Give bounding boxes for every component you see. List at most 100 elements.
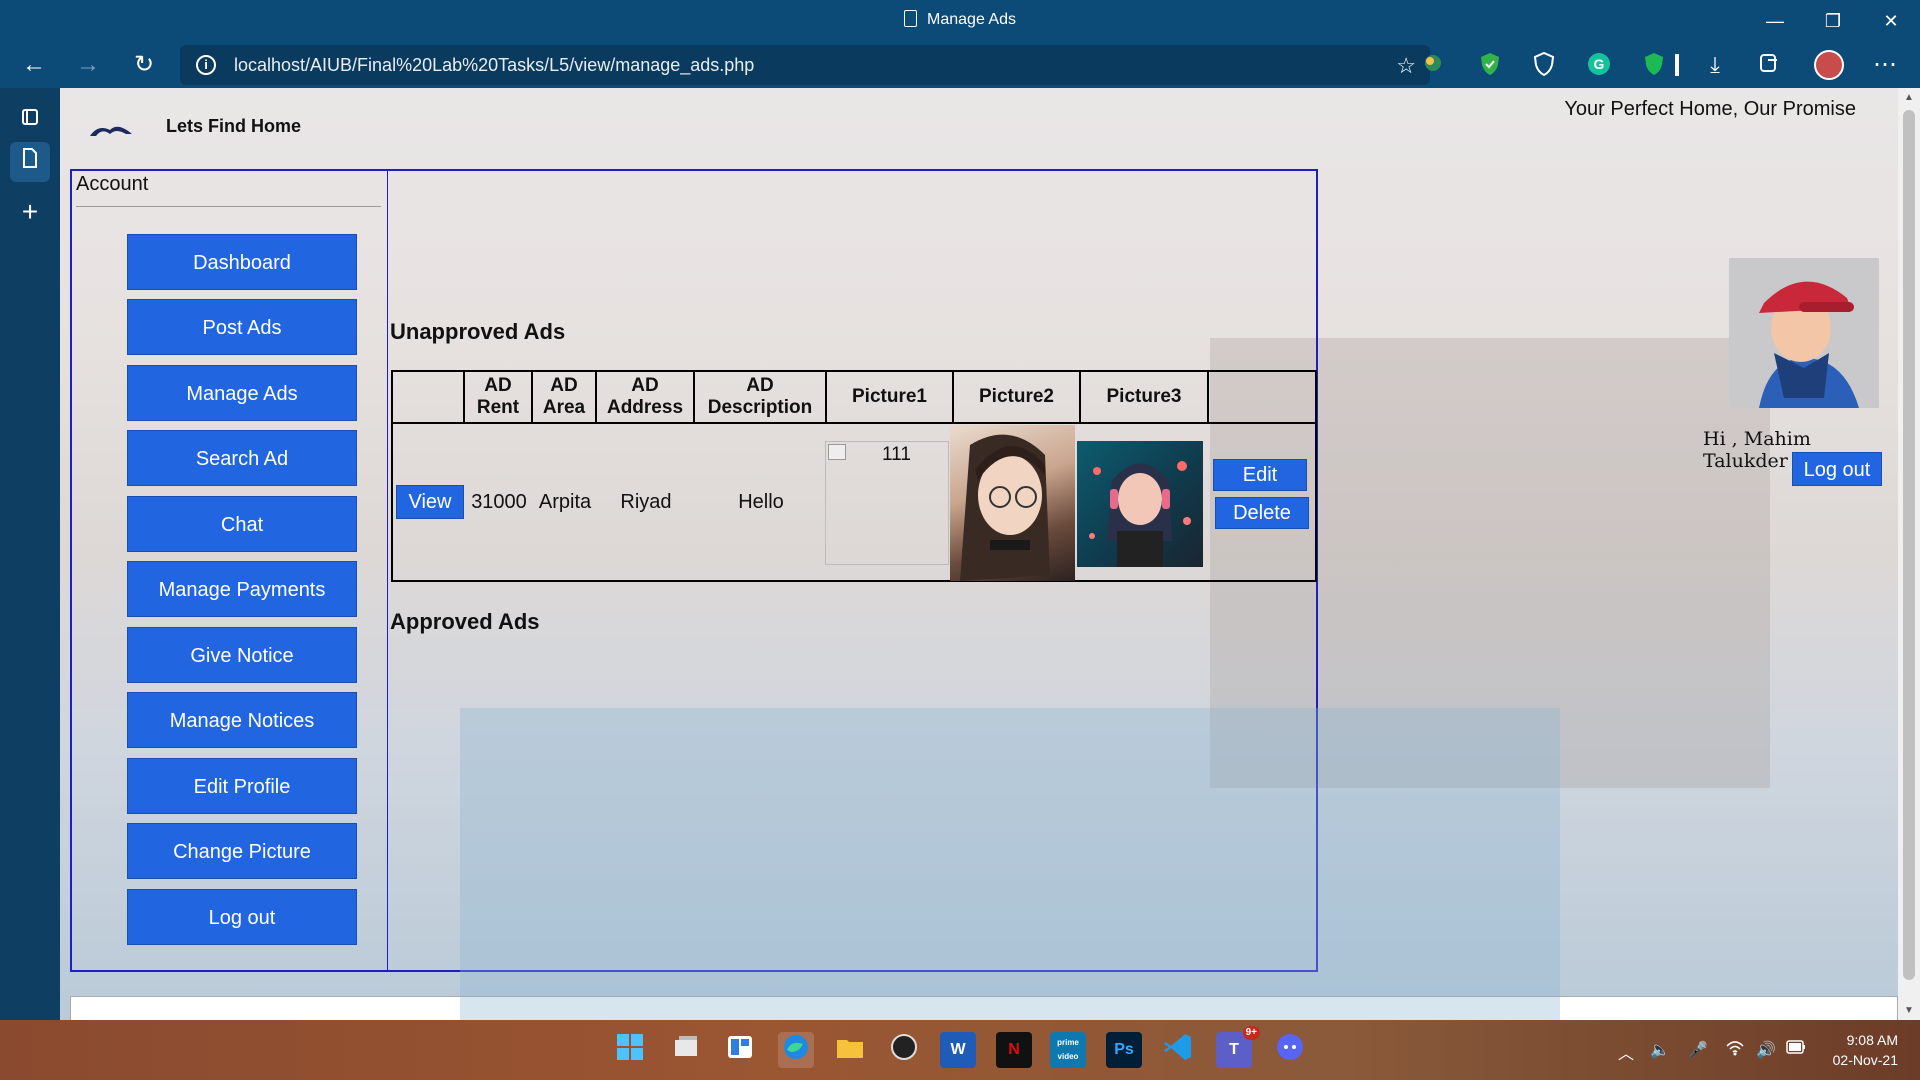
site-info-icon[interactable]: i: [196, 55, 216, 75]
sidebar-manage-payments-button[interactable]: Manage Payments: [127, 561, 357, 617]
column-header-description: AD Description: [695, 372, 827, 422]
task-view-icon[interactable]: [668, 1032, 704, 1068]
sidebar: Account Dashboard Post Ads Manage Ads Se…: [72, 171, 388, 970]
sidebar-search-ad-button[interactable]: Search Ad: [127, 430, 357, 486]
sidebar-logout-button[interactable]: Log out: [127, 889, 357, 945]
obs-icon[interactable]: [886, 1032, 922, 1068]
browser-toolbar: ← → ↻ i localhost/AIUB/Final%20Lab%20Tas…: [0, 42, 1920, 88]
window-title: Manage Ads: [0, 10, 1920, 29]
column-header-picture2: Picture2: [954, 372, 1081, 422]
tray-chevron-icon[interactable]: ︿: [1618, 1040, 1634, 1064]
ext-1-icon[interactable]: [1420, 52, 1446, 78]
widgets-icon[interactable]: [722, 1032, 758, 1068]
collections-icon[interactable]: [1756, 52, 1782, 78]
teams-badge: 9+: [1242, 1026, 1260, 1040]
column-header-actions: [1209, 372, 1315, 422]
prime-video-icon[interactable]: prime video: [1050, 1032, 1086, 1068]
unapproved-ads-heading: Unapproved Ads: [390, 319, 566, 344]
user-avatar: [1729, 258, 1879, 408]
edit-button[interactable]: Edit: [1213, 459, 1307, 491]
picture3-image: [1077, 441, 1203, 567]
minimize-button[interactable]: —: [1752, 6, 1798, 36]
vscode-icon[interactable]: [1160, 1032, 1196, 1068]
edge-icon[interactable]: [778, 1032, 814, 1068]
view-button[interactable]: View: [396, 485, 464, 519]
scroll-up-icon[interactable]: ▲: [1898, 92, 1920, 103]
download-icon[interactable]: ⤓: [1702, 52, 1728, 78]
discord-icon[interactable]: [1272, 1032, 1308, 1068]
file-explorer-icon[interactable]: [832, 1032, 868, 1068]
tab-panel-icon[interactable]: [10, 100, 50, 140]
shield-check-icon[interactable]: [1477, 52, 1503, 78]
site-name: Lets Find Home: [166, 116, 302, 136]
speaker-icon[interactable]: 🔈: [1650, 1040, 1670, 1060]
column-header-rent: AD Rent: [465, 372, 533, 422]
clock-date: 02-Nov-21: [1832, 1052, 1898, 1068]
microphone-icon[interactable]: 🎤: [1688, 1040, 1708, 1060]
toolbar-divider: [1675, 54, 1679, 76]
sidebar-manage-ads-button[interactable]: Manage Ads: [127, 365, 357, 421]
delete-button[interactable]: Delete: [1215, 497, 1309, 529]
scroll-down-icon[interactable]: ▼: [1898, 1005, 1920, 1016]
maximize-button[interactable]: ❐: [1810, 6, 1856, 36]
wifi-icon[interactable]: [1726, 1040, 1744, 1061]
account-label: Account: [76, 173, 149, 195]
add-favorite-icon[interactable]: ☆: [1396, 53, 1416, 79]
reload-button[interactable]: ↻: [126, 47, 162, 83]
volume-icon[interactable]: 🔊: [1756, 1040, 1776, 1060]
teams-icon[interactable]: T 9+: [1216, 1026, 1260, 1068]
sidebar-manage-notices-button[interactable]: Manage Notices: [127, 692, 357, 748]
shield-icon[interactable]: [1531, 51, 1557, 78]
girl-headphones-icon: [1089, 461, 1191, 567]
back-button[interactable]: ←: [16, 47, 52, 83]
sidebar-chat-button[interactable]: Chat: [127, 496, 357, 552]
column-header-area: AD Area: [533, 372, 597, 422]
forward-button[interactable]: →: [70, 47, 106, 83]
ad-description-cell: Hello: [738, 490, 784, 513]
site-tagline: Your Perfect Home, Our Promise: [1564, 98, 1856, 120]
column-header-blank: [393, 372, 465, 422]
window-titlebar: Manage Ads — ❐ ✕: [0, 0, 1920, 42]
column-header-address: AD Address: [597, 372, 695, 422]
url-text[interactable]: localhost/AIUB/Final%20Lab%20Tasks/L5/vi…: [234, 55, 754, 76]
approved-ads-heading: Approved Ads: [390, 609, 540, 634]
document-icon: [904, 10, 918, 27]
page-footer-bar: [70, 996, 1898, 1020]
sidebar-edit-profile-button[interactable]: Edit Profile: [127, 758, 357, 814]
picture1-broken-image: 111: [825, 441, 949, 565]
window-title-text: Manage Ads: [927, 11, 1016, 28]
windows-taskbar: W N prime video Ps T 9+ ︿ 🔈 🎤 🔊 9:08 AM …: [0, 1020, 1920, 1080]
plus-icon[interactable]: +: [10, 192, 50, 232]
sidebar-post-ads-button[interactable]: Post Ads: [127, 299, 357, 355]
header-logout-button[interactable]: Log out: [1792, 452, 1882, 486]
windows-start-icon[interactable]: [612, 1032, 648, 1068]
word-icon[interactable]: W: [940, 1032, 976, 1068]
page-scrollbar[interactable]: ▲ ▼: [1898, 88, 1920, 1020]
broken-image-icon: [828, 444, 846, 460]
clock-time: 9:08 AM: [1846, 1032, 1898, 1048]
sidebar-dashboard-button[interactable]: Dashboard: [127, 234, 357, 290]
address-bar[interactable]: i localhost/AIUB/Final%20Lab%20Tasks/L5/…: [180, 45, 1430, 85]
sidebar-change-picture-button[interactable]: Change Picture: [127, 823, 357, 879]
ad-address-cell: Riyad: [620, 490, 672, 513]
close-button[interactable]: ✕: [1868, 6, 1914, 36]
scrollbar-thumb[interactable]: [1903, 110, 1915, 980]
photoshop-icon[interactable]: Ps: [1106, 1032, 1142, 1068]
sidebar-give-notice-button[interactable]: Give Notice: [127, 627, 357, 683]
svg-text:G: G: [1594, 56, 1605, 72]
more-menu-icon[interactable]: ⋯: [1872, 52, 1898, 78]
column-header-picture3: Picture3: [1081, 372, 1209, 422]
picture2-image: [950, 425, 1075, 581]
battery-icon[interactable]: [1786, 1040, 1806, 1059]
account-divider: [76, 206, 381, 207]
picture1-alt-text: 111: [882, 444, 911, 465]
taskbar-clock[interactable]: 9:08 AM 02-Nov-21: [1833, 1030, 1898, 1070]
vpn-icon[interactable]: [1641, 52, 1667, 78]
grammarly-icon[interactable]: G: [1586, 52, 1612, 78]
girl-portrait-icon: [960, 434, 1050, 581]
column-header-picture1: Picture1: [827, 372, 954, 422]
user-avatar-illustration: [1759, 281, 1859, 408]
profile-avatar-icon[interactable]: [1814, 50, 1844, 80]
page-icon[interactable]: [10, 142, 50, 182]
netflix-icon[interactable]: N: [996, 1032, 1032, 1068]
